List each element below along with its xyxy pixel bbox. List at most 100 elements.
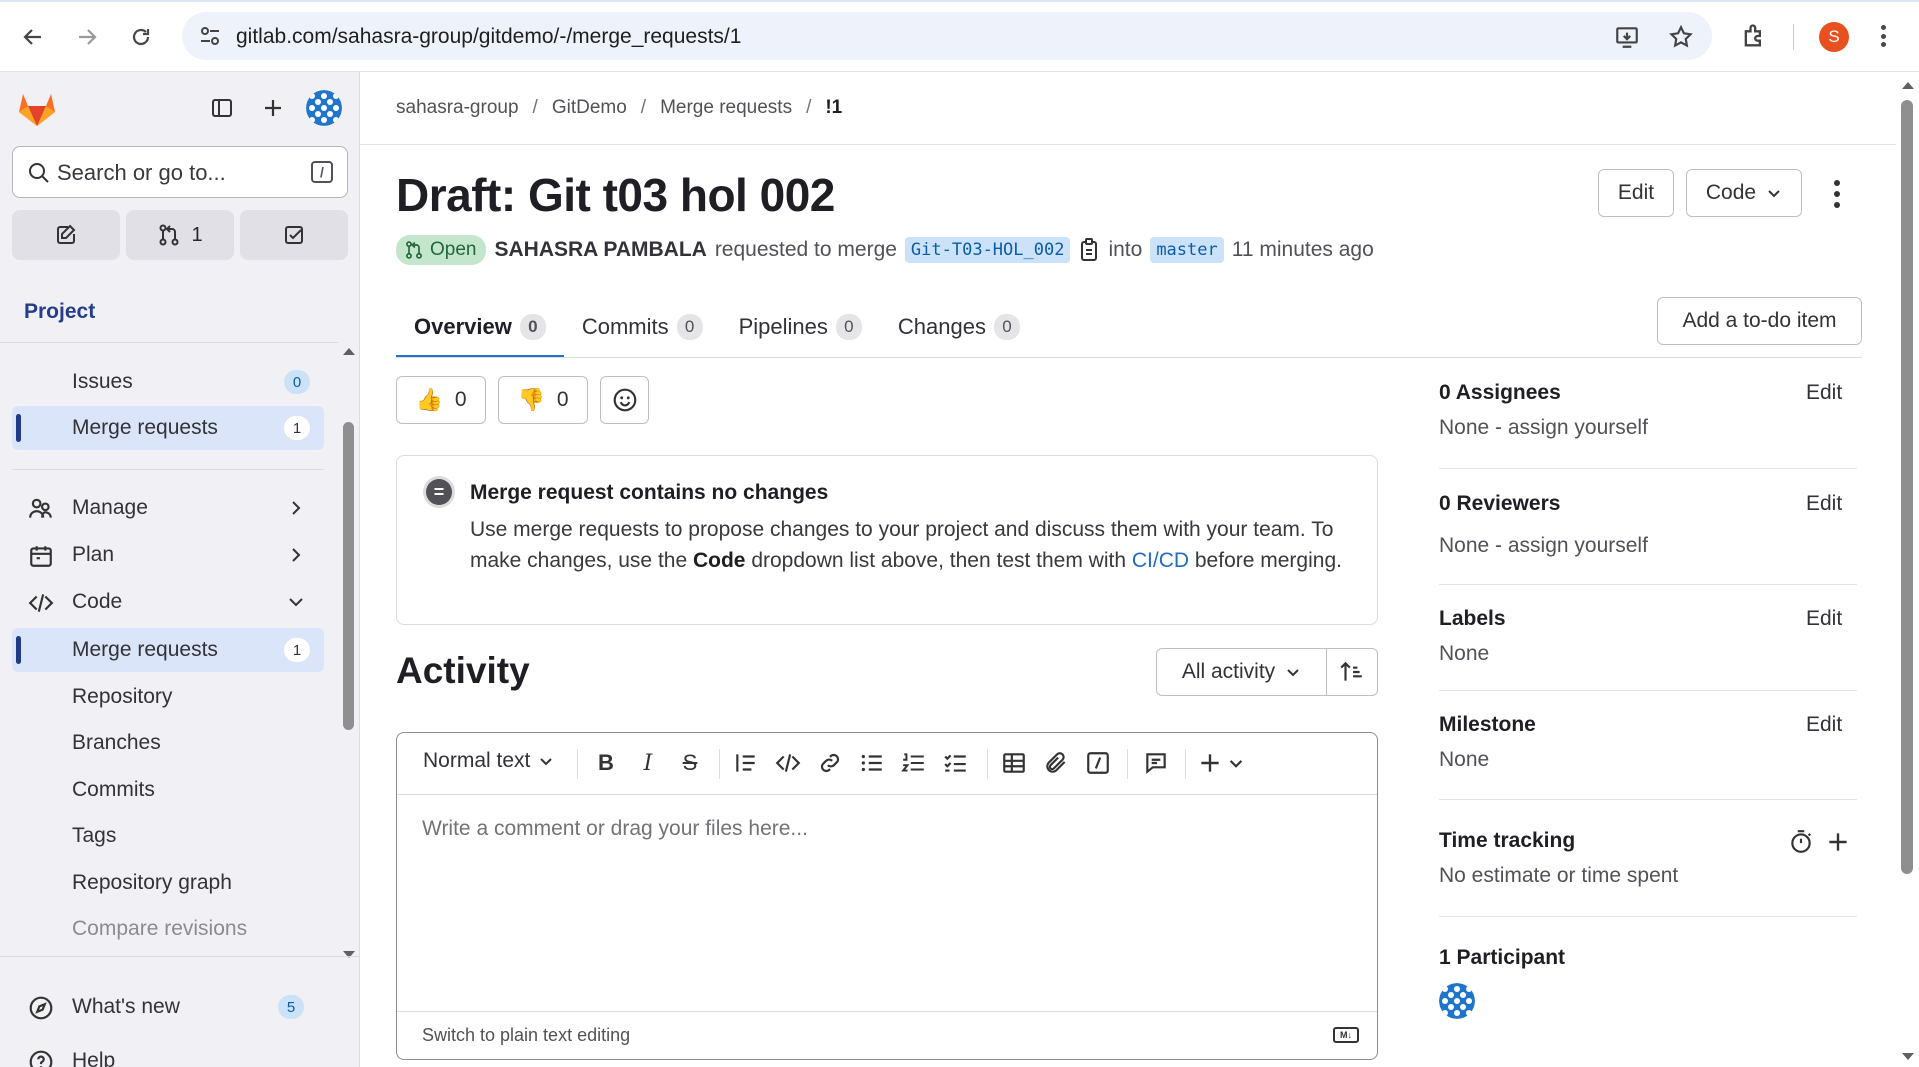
target-branch[interactable]: master [1150,237,1224,263]
milestone-edit-button[interactable]: Edit [1806,713,1842,737]
url-text[interactable]: gitlab.com/sahasra-group/gitdemo/-/merge… [236,25,741,49]
breadcrumb-merge-requests[interactable]: Merge requests [660,97,792,119]
code-dropdown-button[interactable]: Code [1686,169,1802,217]
scroll-up-arrow-icon[interactable] [341,344,357,358]
table-icon[interactable] [1001,750,1027,776]
scroll-down-arrow-icon[interactable] [341,948,357,962]
thumbs-up-button[interactable]: 👍 0 [396,376,486,424]
thumbs-down-button[interactable]: 👎 0 [498,376,588,424]
numbered-list-icon[interactable] [901,750,927,776]
toolbar-separator [1185,749,1186,779]
sidebar-item-plan[interactable]: Plan [12,533,324,577]
status-badge: Open [396,235,487,265]
bullet-list-icon[interactable] [859,750,885,776]
page-scroll-thumb[interactable] [1901,100,1913,874]
tab-count: 0 [519,314,546,340]
page-scrollbar[interactable] [1896,72,1919,1067]
quote-icon[interactable] [733,750,759,776]
reload-icon[interactable] [124,20,158,54]
tab-changes[interactable]: Changes 0 [880,296,1038,358]
sidebar-item-manage[interactable]: Manage [12,486,324,530]
bookmark-star-icon[interactable] [1668,24,1694,50]
sidebar-item-repository-graph[interactable]: Repository graph [12,861,324,905]
sidebar-item-tags[interactable]: Tags [12,814,324,858]
sidebar-item-commits[interactable]: Commits [12,768,324,812]
plus-icon[interactable] [1197,750,1223,776]
assignees-value[interactable]: None - assign yourself [1439,416,1648,440]
scroll-down-arrow-icon[interactable] [1900,1050,1916,1064]
extensions-icon[interactable] [1740,22,1768,50]
chrome-menu-icon[interactable] [1876,22,1890,50]
labels-edit-button[interactable]: Edit [1806,607,1842,631]
assignees-edit-button[interactable]: Edit [1806,381,1842,405]
slash-commands-icon[interactable] [1085,750,1111,776]
sidebar-scrollbar[interactable] [339,344,359,964]
activity-filter-label: All activity [1181,660,1276,683]
todos-counter-button[interactable] [240,210,348,260]
code-icon[interactable] [775,750,801,776]
activity-filter-dropdown[interactable]: All activity [1157,649,1327,695]
add-time-icon[interactable] [1825,829,1851,855]
create-new-icon[interactable] [257,92,289,124]
collapse-sidebar-icon[interactable] [206,92,238,124]
issues-counter-button[interactable] [12,210,120,260]
sidebar-item-help[interactable]: Help [12,1039,324,1067]
tab-pipelines[interactable]: Pipelines 0 [721,296,880,358]
author-name[interactable]: SAHASRA PAMBALA [494,238,706,262]
back-icon[interactable] [16,20,50,54]
comment-input[interactable]: Write a comment or drag your files here.… [422,817,808,841]
forward-icon[interactable] [70,20,104,54]
copy-branch-icon[interactable] [1078,237,1100,263]
add-todo-button[interactable]: Add a to-do item [1657,297,1862,345]
user-avatar-icon[interactable] [306,90,342,126]
reviewers-value[interactable]: None - assign yourself [1439,534,1648,558]
bold-icon[interactable]: B [593,750,619,776]
edit-mr-button[interactable]: Edit [1598,169,1674,217]
switch-plain-text-button[interactable]: Switch to plain text editing [422,1025,630,1046]
install-icon[interactable] [1614,24,1640,50]
sidebar-scroll-thumb[interactable] [343,422,354,730]
cicd-link[interactable]: CI/CD [1132,549,1189,572]
source-branch[interactable]: Git-T03-HOL_002 [904,237,1071,263]
breadcrumb-project[interactable]: GitDemo [552,97,627,119]
tab-commits[interactable]: Commits 0 [564,296,721,358]
chevron-down-icon[interactable] [1223,750,1249,776]
attachment-icon[interactable] [1043,750,1069,776]
sidebar-item-code[interactable]: Code [12,580,324,624]
profile-avatar[interactable]: S [1819,22,1849,52]
tab-overview[interactable]: Overview 0 [396,296,564,358]
sidebar-item-compare-revisions[interactable]: Compare revisions [12,907,324,951]
stopwatch-icon[interactable] [1788,829,1814,855]
merge-requests-counter-button[interactable]: 1 [126,210,234,260]
sidebar-item-branches[interactable]: Branches [12,721,324,765]
add-reaction-button[interactable] [600,376,649,424]
text-style-label: Normal text [423,749,531,772]
breadcrumb: sahasra-group / GitDemo / Merge requests… [396,97,842,119]
breadcrumb-current[interactable]: !1 [825,97,842,119]
sidebar-item-whats-new[interactable]: What's new 5 [12,985,324,1029]
reviewers-edit-button[interactable]: Edit [1806,492,1842,516]
merge-requests-count-badge: 1 [284,416,310,440]
sidebar-item-issues[interactable]: Issues 0 [12,360,324,404]
task-list-icon[interactable] [943,750,969,776]
participant-avatar-icon[interactable] [1439,983,1475,1019]
address-bar[interactable]: gitlab.com/sahasra-group/gitdemo/-/merge… [182,12,1712,60]
sidebar-item-pinned-merge-requests[interactable]: Merge requests 1 [12,406,324,450]
mr-actions-kebab-icon[interactable] [1832,180,1842,208]
comment-icon[interactable] [1143,750,1169,776]
sort-order-button[interactable] [1327,649,1377,695]
sidebar-item-merge-requests[interactable]: Merge requests 1 [12,628,324,672]
sidebar-item-repository[interactable]: Repository [12,675,324,719]
comment-editor: Normal text B I S Write a comment or dra… [396,732,1378,1060]
site-settings-icon[interactable] [198,24,222,48]
link-icon[interactable] [817,750,843,776]
gitlab-logo-icon[interactable] [16,88,58,130]
breadcrumb-group[interactable]: sahasra-group [396,97,519,119]
editor-toolbar: Normal text B I S [397,733,1377,795]
text-style-dropdown[interactable]: Normal text [423,749,554,773]
italic-icon[interactable]: I [635,750,661,776]
scroll-up-arrow-icon[interactable] [1900,78,1916,92]
search-input[interactable]: Search or go to... / [12,146,348,198]
chevron-down-icon [540,758,553,766]
strikethrough-icon[interactable]: S [677,750,703,776]
